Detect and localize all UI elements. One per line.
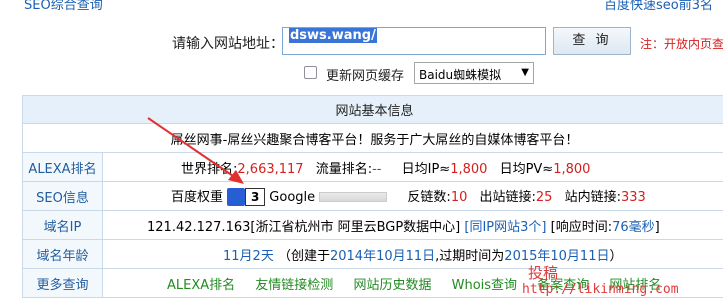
age-row-label: 域名年龄 [22,239,103,269]
daily-ip: 1,800 [450,161,488,177]
outlinks[interactable]: 25 [536,190,553,205]
seo-row-label: SEO信息 [22,181,103,211]
created-date: 2014年10月11日 [329,248,436,264]
site-description: 屌丝网事-屌丝兴趣聚合博客平台！服务于广大屌丝的自媒体博客平台！ [22,123,723,153]
ip-row-value: 121.42.127.163[浙江省杭州市 阿里云BGP数据中心] [同IP网站… [102,210,723,240]
url-input-value: dsws.wang/ [289,28,377,43]
baidu-paw-icon: 🐾 [227,188,246,207]
response-time: 76毫秒 [612,219,655,235]
options-row: 更新网页缓存 Baidu蜘蛛模拟 ▼ [0,62,723,84]
chevron-down-icon: ▼ [521,67,529,78]
world-rank: 2,663,117 [237,161,304,177]
update-cache-checkbox[interactable] [304,66,317,79]
same-ip-link[interactable]: [同IP网站3个] [464,220,546,235]
more-link-whois[interactable]: Whois查询 [452,278,517,293]
more-row-label: 更多查询 [22,268,103,298]
inlinks[interactable]: 333 [621,190,646,205]
watermark-text: 投稿 [528,264,559,282]
watermark-url: http://likinming.com [522,282,679,297]
url-label: 请输入网站地址： [172,36,284,52]
top-bar: SEO综合查询 百度快速seo前3名 [0,0,723,13]
table-title: 网站基本信息 [22,95,723,124]
ip-address: 121.42.127.163[浙江省杭州市 阿里云BGP数据中心] [147,219,461,235]
more-link-history[interactable]: 网站历史数据 [353,278,431,293]
update-cache-label: 更新网页缓存 [326,69,405,84]
more-link-alexa[interactable]: ALEXA排名 [167,278,235,293]
backlinks[interactable]: 10 [451,190,468,205]
user-agent-selected: Baidu蜘蛛模拟 [419,68,502,82]
site-info-table: 网站基本信息 屌丝网事-屌丝兴趣聚合博客平台！服务于广大屌丝的自媒体博客平台！ … [22,95,723,298]
query-row: 请输入网站地址： dsws.wang/ 查 询 注：开放内页查 [0,24,723,58]
query-button[interactable]: 查 询 [553,27,631,55]
url-input[interactable]: dsws.wang/ [282,27,546,55]
alexa-row-label: ALEXA排名 [22,152,103,182]
age-row-value: 11月2天 （创建于2014年10月11日,过期时间为2015年10月11日） [102,239,723,269]
seo-title-link[interactable]: SEO综合查询 [24,0,103,13]
user-agent-select[interactable]: Baidu蜘蛛模拟 ▼ [414,62,534,84]
google-label: Google [269,189,316,205]
query-note: 注：开放内页查 [640,37,723,51]
alexa-row-value: 世界排名:2,663,117 流量排名:-- 日均IP≈1,800 日均PV≈1… [102,152,723,182]
more-link-friend-links[interactable]: 友情链接检测 [255,278,333,293]
traffic-rank: -- [372,161,382,177]
baidu-weight[interactable]: 3 [245,188,266,207]
seo-row-value: 百度权重 🐾 3 Google 反链数:10 出站链接:25 站内链接:333 [102,181,723,211]
ip-row-label: 域名IP [22,210,103,240]
google-pr-bar [319,192,388,203]
daily-pv: 1,800 [553,161,591,177]
domain-age: 11月2天 [223,248,274,264]
promo-link[interactable]: 百度快速seo前3名 [604,0,713,13]
